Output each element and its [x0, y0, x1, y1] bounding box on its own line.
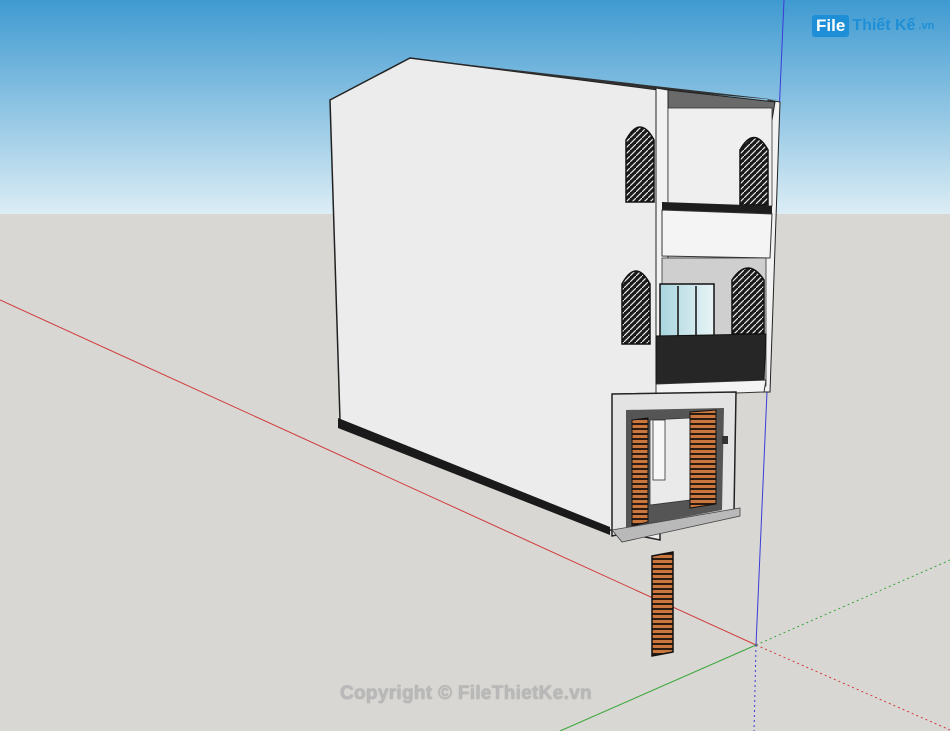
logo-domain-suffix: .vn: [918, 20, 935, 32]
arch-window-side-top: [625, 126, 655, 203]
logo-file-text: File: [812, 15, 850, 37]
arch-window-top-right: [739, 136, 769, 206]
detached-shutter-panel: [651, 551, 674, 657]
sketchup-3d-viewport[interactable]: File Thiết Kế .vn Copyright © FileThietK…: [0, 0, 950, 731]
top-floor-slab: [661, 209, 773, 259]
logo-brand-text: Thiết Kế: [852, 17, 916, 34]
inner-door: [652, 419, 666, 481]
shutter-panel-left: [631, 417, 649, 527]
model-canvas: [0, 0, 950, 731]
filethietke-logo-icon: File Thiết Kế .vn: [812, 12, 934, 40]
arch-window-middle-right: [731, 267, 765, 335]
arch-window-side-middle: [621, 270, 651, 345]
middle-balcony-glass-rail: [655, 333, 767, 385]
copyright-watermark: Copyright © FileThietKe.vn: [340, 683, 592, 704]
wall-light: [722, 436, 728, 444]
shutter-panel-right: [689, 409, 717, 509]
